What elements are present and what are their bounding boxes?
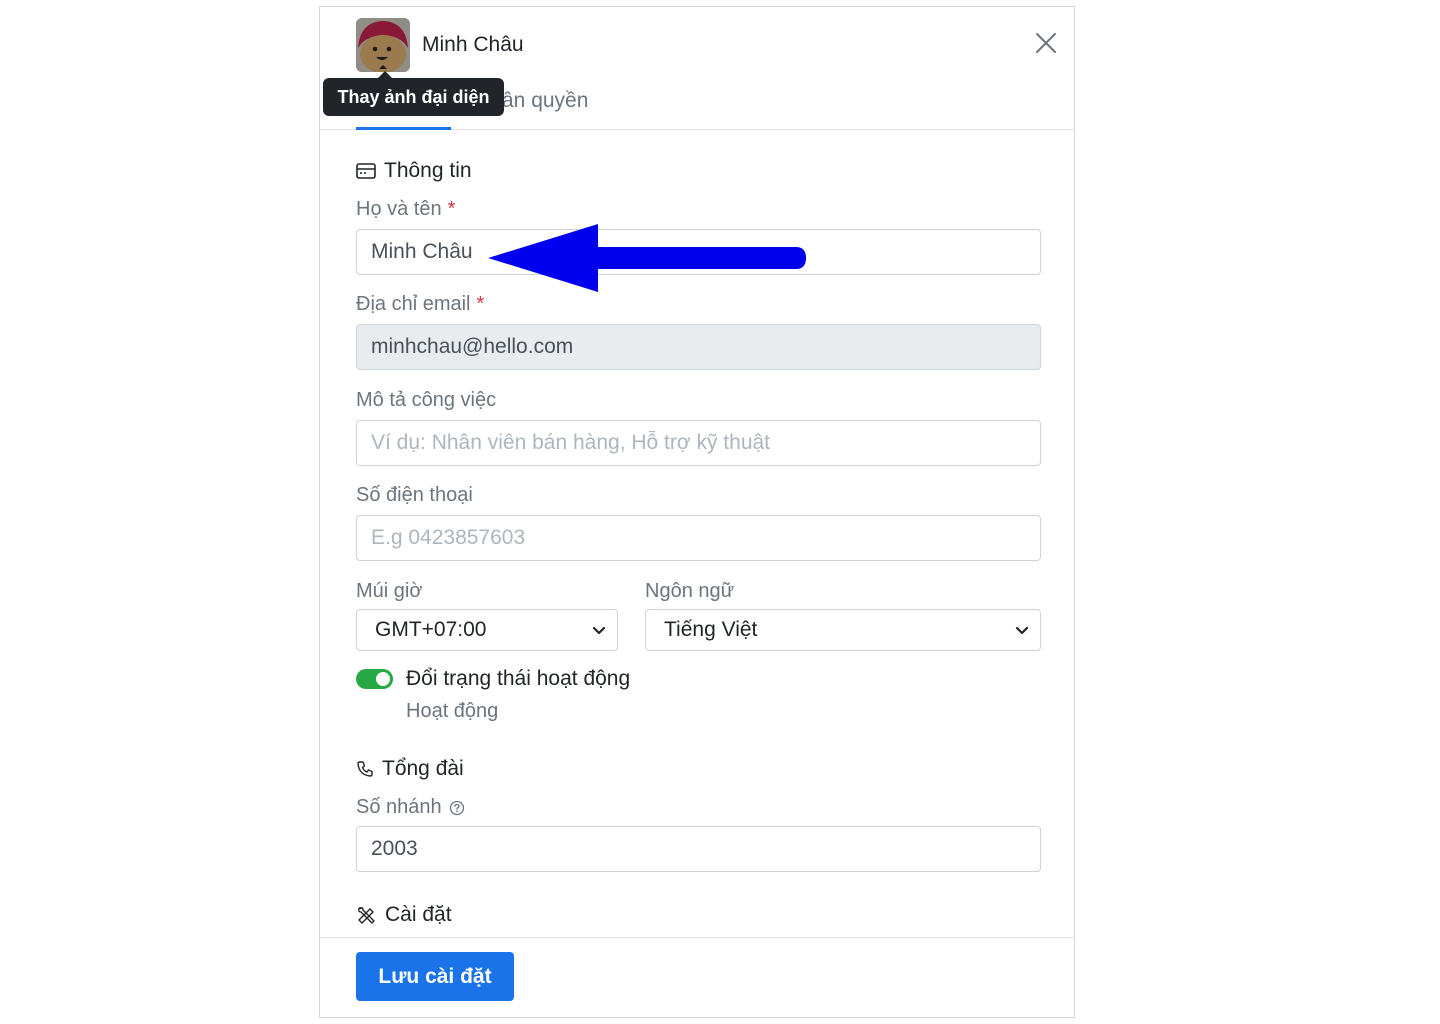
- full-name-label-text: Họ và tên: [356, 198, 442, 220]
- close-icon: [1036, 33, 1056, 53]
- job-description-label: Mô tả công việc: [356, 389, 497, 411]
- status-toggle-label: Đổi trạng thái hoạt động: [406, 667, 631, 690]
- required-mark: *: [476, 293, 485, 315]
- phone-input[interactable]: [356, 515, 1041, 561]
- required-mark: *: [447, 198, 456, 220]
- phone-label: Số điện thoại: [356, 484, 473, 506]
- user-profile-panel: Minh Châu ân quyền Thay ảnh đại diện Thô…: [319, 6, 1075, 1018]
- toggle-knob: [376, 672, 390, 686]
- switchboard-section-title: Tổng đài: [356, 757, 464, 781]
- info-section-title: Thông tin: [356, 159, 472, 183]
- header-user-name: Minh Châu: [422, 33, 524, 56]
- avatar-tooltip: Thay ảnh đại diện: [323, 71, 504, 116]
- active-tab-indicator: [356, 127, 451, 130]
- extension-label: Số nhánh: [356, 796, 465, 819]
- email-input: [356, 324, 1041, 370]
- panel-header: Minh Châu ân quyền Thay ảnh đại diện: [320, 7, 1074, 130]
- job-description-input[interactable]: [356, 420, 1041, 466]
- timezone-select[interactable]: GMT+07:00: [356, 609, 618, 651]
- avatar-image: [356, 18, 410, 72]
- email-label-text: Địa chỉ email: [356, 293, 471, 315]
- extension-input[interactable]: [356, 826, 1041, 872]
- close-button[interactable]: [1032, 29, 1060, 57]
- tools-icon: [358, 906, 375, 924]
- question-circle-icon[interactable]: [449, 800, 465, 816]
- language-label: Ngôn ngữ: [645, 580, 735, 602]
- chevron-down-icon: [592, 626, 606, 635]
- language-select[interactable]: Tiếng Việt: [645, 609, 1041, 651]
- annotation-arrow: [488, 224, 806, 292]
- extension-label-text: Số nhánh: [356, 796, 442, 818]
- settings-section-title: Cài đặt: [356, 903, 452, 927]
- status-text: Hoạt động: [406, 700, 499, 722]
- info-section-label: Thông tin: [384, 159, 472, 182]
- settings-section-label: Cài đặt: [385, 903, 452, 926]
- full-name-label: Họ và tên *: [356, 198, 455, 221]
- status-toggle[interactable]: [356, 669, 393, 689]
- language-value: Tiếng Việt: [664, 618, 758, 641]
- switchboard-section-label: Tổng đài: [382, 757, 464, 780]
- phone-icon: [357, 761, 373, 777]
- tab-permissions[interactable]: ân quyền: [502, 89, 588, 113]
- timezone-label: Múi giờ: [356, 580, 423, 602]
- panel-footer: Lưu cài đặt: [320, 937, 1074, 1019]
- email-label: Địa chỉ email *: [356, 293, 484, 316]
- chevron-down-icon: [1015, 626, 1029, 635]
- save-settings-button[interactable]: Lưu cài đặt: [356, 952, 514, 1001]
- avatar[interactable]: [356, 18, 410, 72]
- timezone-value: GMT+07:00: [375, 618, 487, 641]
- id-card-icon: [356, 163, 376, 179]
